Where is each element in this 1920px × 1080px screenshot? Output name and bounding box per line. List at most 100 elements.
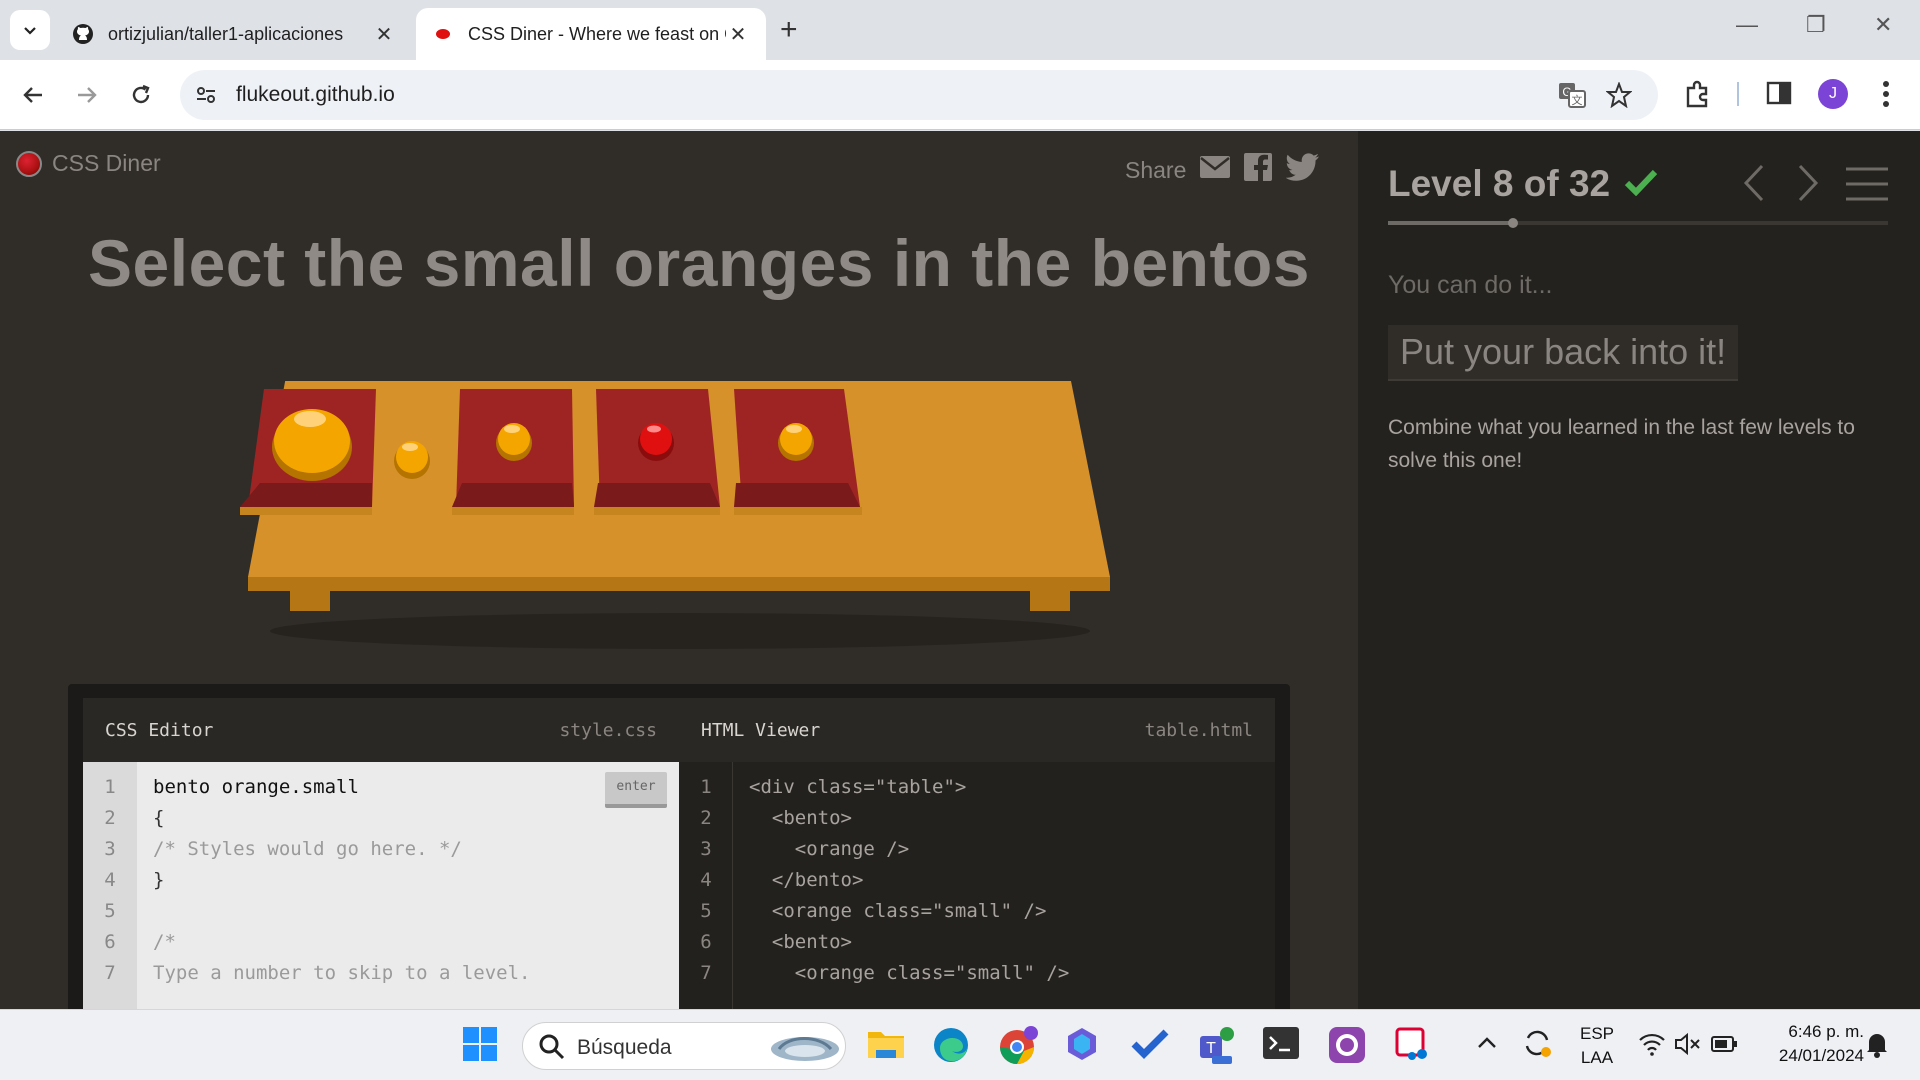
keyboard-language[interactable]: ESP LAA <box>1576 1024 1618 1068</box>
search-label: Búsqueda <box>577 1036 672 1059</box>
tab-strip: ortizjulian/taller1-aplicaciones ✕ CSS D… <box>0 0 1920 60</box>
terminal-icon[interactable] <box>1262 1026 1302 1066</box>
level-progress-knob <box>1508 218 1518 228</box>
toolbar-divider <box>1737 82 1739 106</box>
arrow-right-icon <box>78 87 97 103</box>
level-subtitle: You can do it... <box>1388 271 1553 299</box>
level-header: Level 8 of 32 <box>1388 163 1658 205</box>
snipping-tool-icon[interactable] <box>1394 1026 1434 1066</box>
html-viewer: 1 <div class="table"> 2 <bento> 3 <orange /… <box>679 762 1275 1009</box>
enter-button[interactable]: enter <box>605 772 667 808</box>
css-line-number: 1 <box>104 776 116 798</box>
html-code-line: <bento> <box>749 931 852 953</box>
github-icon <box>72 23 94 45</box>
share-area: Share <box>1125 153 1320 187</box>
html-line-number: 3 <box>700 838 712 860</box>
copilot-icon[interactable] <box>1064 1026 1104 1066</box>
file-explorer-icon[interactable] <box>866 1026 906 1066</box>
page-content: CSS Diner Share Select the small oranges… <box>0 131 1920 1009</box>
restore-icon[interactable]: ❐ <box>1806 12 1826 38</box>
facebook-icon[interactable] <box>1244 153 1273 187</box>
level-description: Combine what you learned in the last few… <box>1388 416 1855 472</box>
check-icon <box>1624 163 1658 205</box>
arrow-left-icon <box>23 87 42 103</box>
css-line-number: 3 <box>104 838 116 860</box>
new-tab-button[interactable]: + <box>780 14 798 46</box>
close-icon[interactable]: ✕ <box>726 22 750 47</box>
html-code-line: <orange class="small" /> <box>749 962 1070 984</box>
battery-icon[interactable] <box>1710 1032 1750 1072</box>
chevron-up-icon[interactable] <box>1476 1032 1516 1072</box>
teams-icon[interactable]: T <box>1196 1026 1236 1066</box>
tab-css-diner[interactable]: CSS Diner - Where we feast on CSS ✕ <box>416 8 766 60</box>
back-button[interactable] <box>16 78 50 112</box>
bento-2[interactable] <box>452 389 574 515</box>
next-level-icon[interactable] <box>1796 163 1820 208</box>
close-icon[interactable]: ✕ <box>372 22 396 47</box>
bento-4[interactable] <box>734 389 862 515</box>
notification-bell-icon[interactable] <box>1864 1030 1904 1070</box>
css-editor[interactable]: enter 1 bento orange.small 2 {3 /* Styles wo… <box>83 762 679 1009</box>
github-desktop-icon[interactable] <box>1328 1026 1368 1066</box>
window-close-icon[interactable]: ✕ <box>1874 12 1892 38</box>
html-line-number: 7 <box>700 962 712 984</box>
bento-1[interactable] <box>240 389 376 515</box>
search-highlight-icon <box>769 1029 841 1070</box>
html-code-line: </bento> <box>749 869 864 891</box>
chrome-icon[interactable] <box>998 1026 1038 1066</box>
todo-icon[interactable] <box>1130 1026 1170 1066</box>
more-menu-icon[interactable] <box>1882 80 1890 113</box>
level-progress-bar[interactable] <box>1388 218 1888 228</box>
twitter-icon[interactable] <box>1285 153 1320 187</box>
dining-table-illustration <box>230 366 1130 676</box>
html-viewer-header: HTML Viewer table.html <box>679 698 1275 762</box>
tab-title: CSS Diner - Where we feast on CSS <box>468 23 726 44</box>
level-label: Level 8 of 32 <box>1388 163 1611 204</box>
clock-time: 6:46 p. m. <box>1788 1022 1864 1041</box>
html-code-line: <orange class="small" /> <box>749 900 1047 922</box>
wifi-icon[interactable] <box>1638 1032 1678 1072</box>
email-icon[interactable] <box>1200 156 1231 184</box>
address-bar[interactable]: flukeout.github.io G文 <box>180 70 1658 120</box>
html-line-number: 1 <box>700 776 712 798</box>
windows-start-icon[interactable] <box>462 1026 502 1066</box>
sync-icon[interactable] <box>1522 1028 1562 1068</box>
reload-button[interactable] <box>124 78 158 112</box>
site-logo[interactable]: CSS Diner <box>16 150 161 177</box>
profile-avatar[interactable]: J <box>1818 79 1848 109</box>
apple-logo-icon <box>16 150 42 177</box>
bento-3[interactable] <box>594 389 720 515</box>
extensions-icon[interactable] <box>1684 80 1712 113</box>
css-code-line: Type a number to skip to a level. <box>153 962 531 984</box>
css-line-number: 7 <box>104 962 116 984</box>
site-settings-icon[interactable] <box>194 83 218 112</box>
bookmark-star-icon[interactable] <box>1605 81 1633 113</box>
css-line-number: 4 <box>104 869 116 891</box>
minimize-icon[interactable]: — <box>1736 12 1758 38</box>
level-hint: Put your back into it! <box>1388 325 1739 381</box>
html-code-line: <bento> <box>749 807 852 829</box>
forward-button[interactable] <box>70 78 104 112</box>
side-panel-icon[interactable] <box>1766 80 1792 111</box>
taskbar-search[interactable]: Búsqueda <box>522 1022 846 1070</box>
translate-icon[interactable]: G文 <box>1558 82 1586 113</box>
css-code-line: /* Styles would go here. */ <box>153 838 462 860</box>
html-viewer-title: HTML Viewer <box>701 720 821 741</box>
html-line-number: 6 <box>700 931 712 953</box>
url-text: flukeout.github.io <box>236 83 395 106</box>
edge-icon[interactable] <box>932 1026 972 1066</box>
clock[interactable]: 6:46 p. m. 24/01/2024 <box>1752 1022 1864 1066</box>
tab-search-button[interactable] <box>10 10 50 50</box>
css-file-name: style.css <box>559 720 657 741</box>
css-code-line: bento orange.small <box>153 776 359 798</box>
css-diner-favicon-icon <box>432 23 454 45</box>
html-file-name: table.html <box>1144 720 1253 741</box>
tab-github[interactable]: ortizjulian/taller1-aplicaciones ✕ <box>56 8 412 60</box>
menu-icon[interactable] <box>1846 167 1888 206</box>
volume-muted-icon[interactable] <box>1674 1032 1714 1072</box>
level-instruction: Select the small oranges in the bentos <box>88 226 1310 300</box>
previous-level-icon[interactable] <box>1742 163 1766 208</box>
html-code-line: <orange /> <box>749 838 910 860</box>
share-label: Share <box>1125 156 1187 183</box>
clock-date: 24/01/2024 <box>1778 1046 1864 1065</box>
